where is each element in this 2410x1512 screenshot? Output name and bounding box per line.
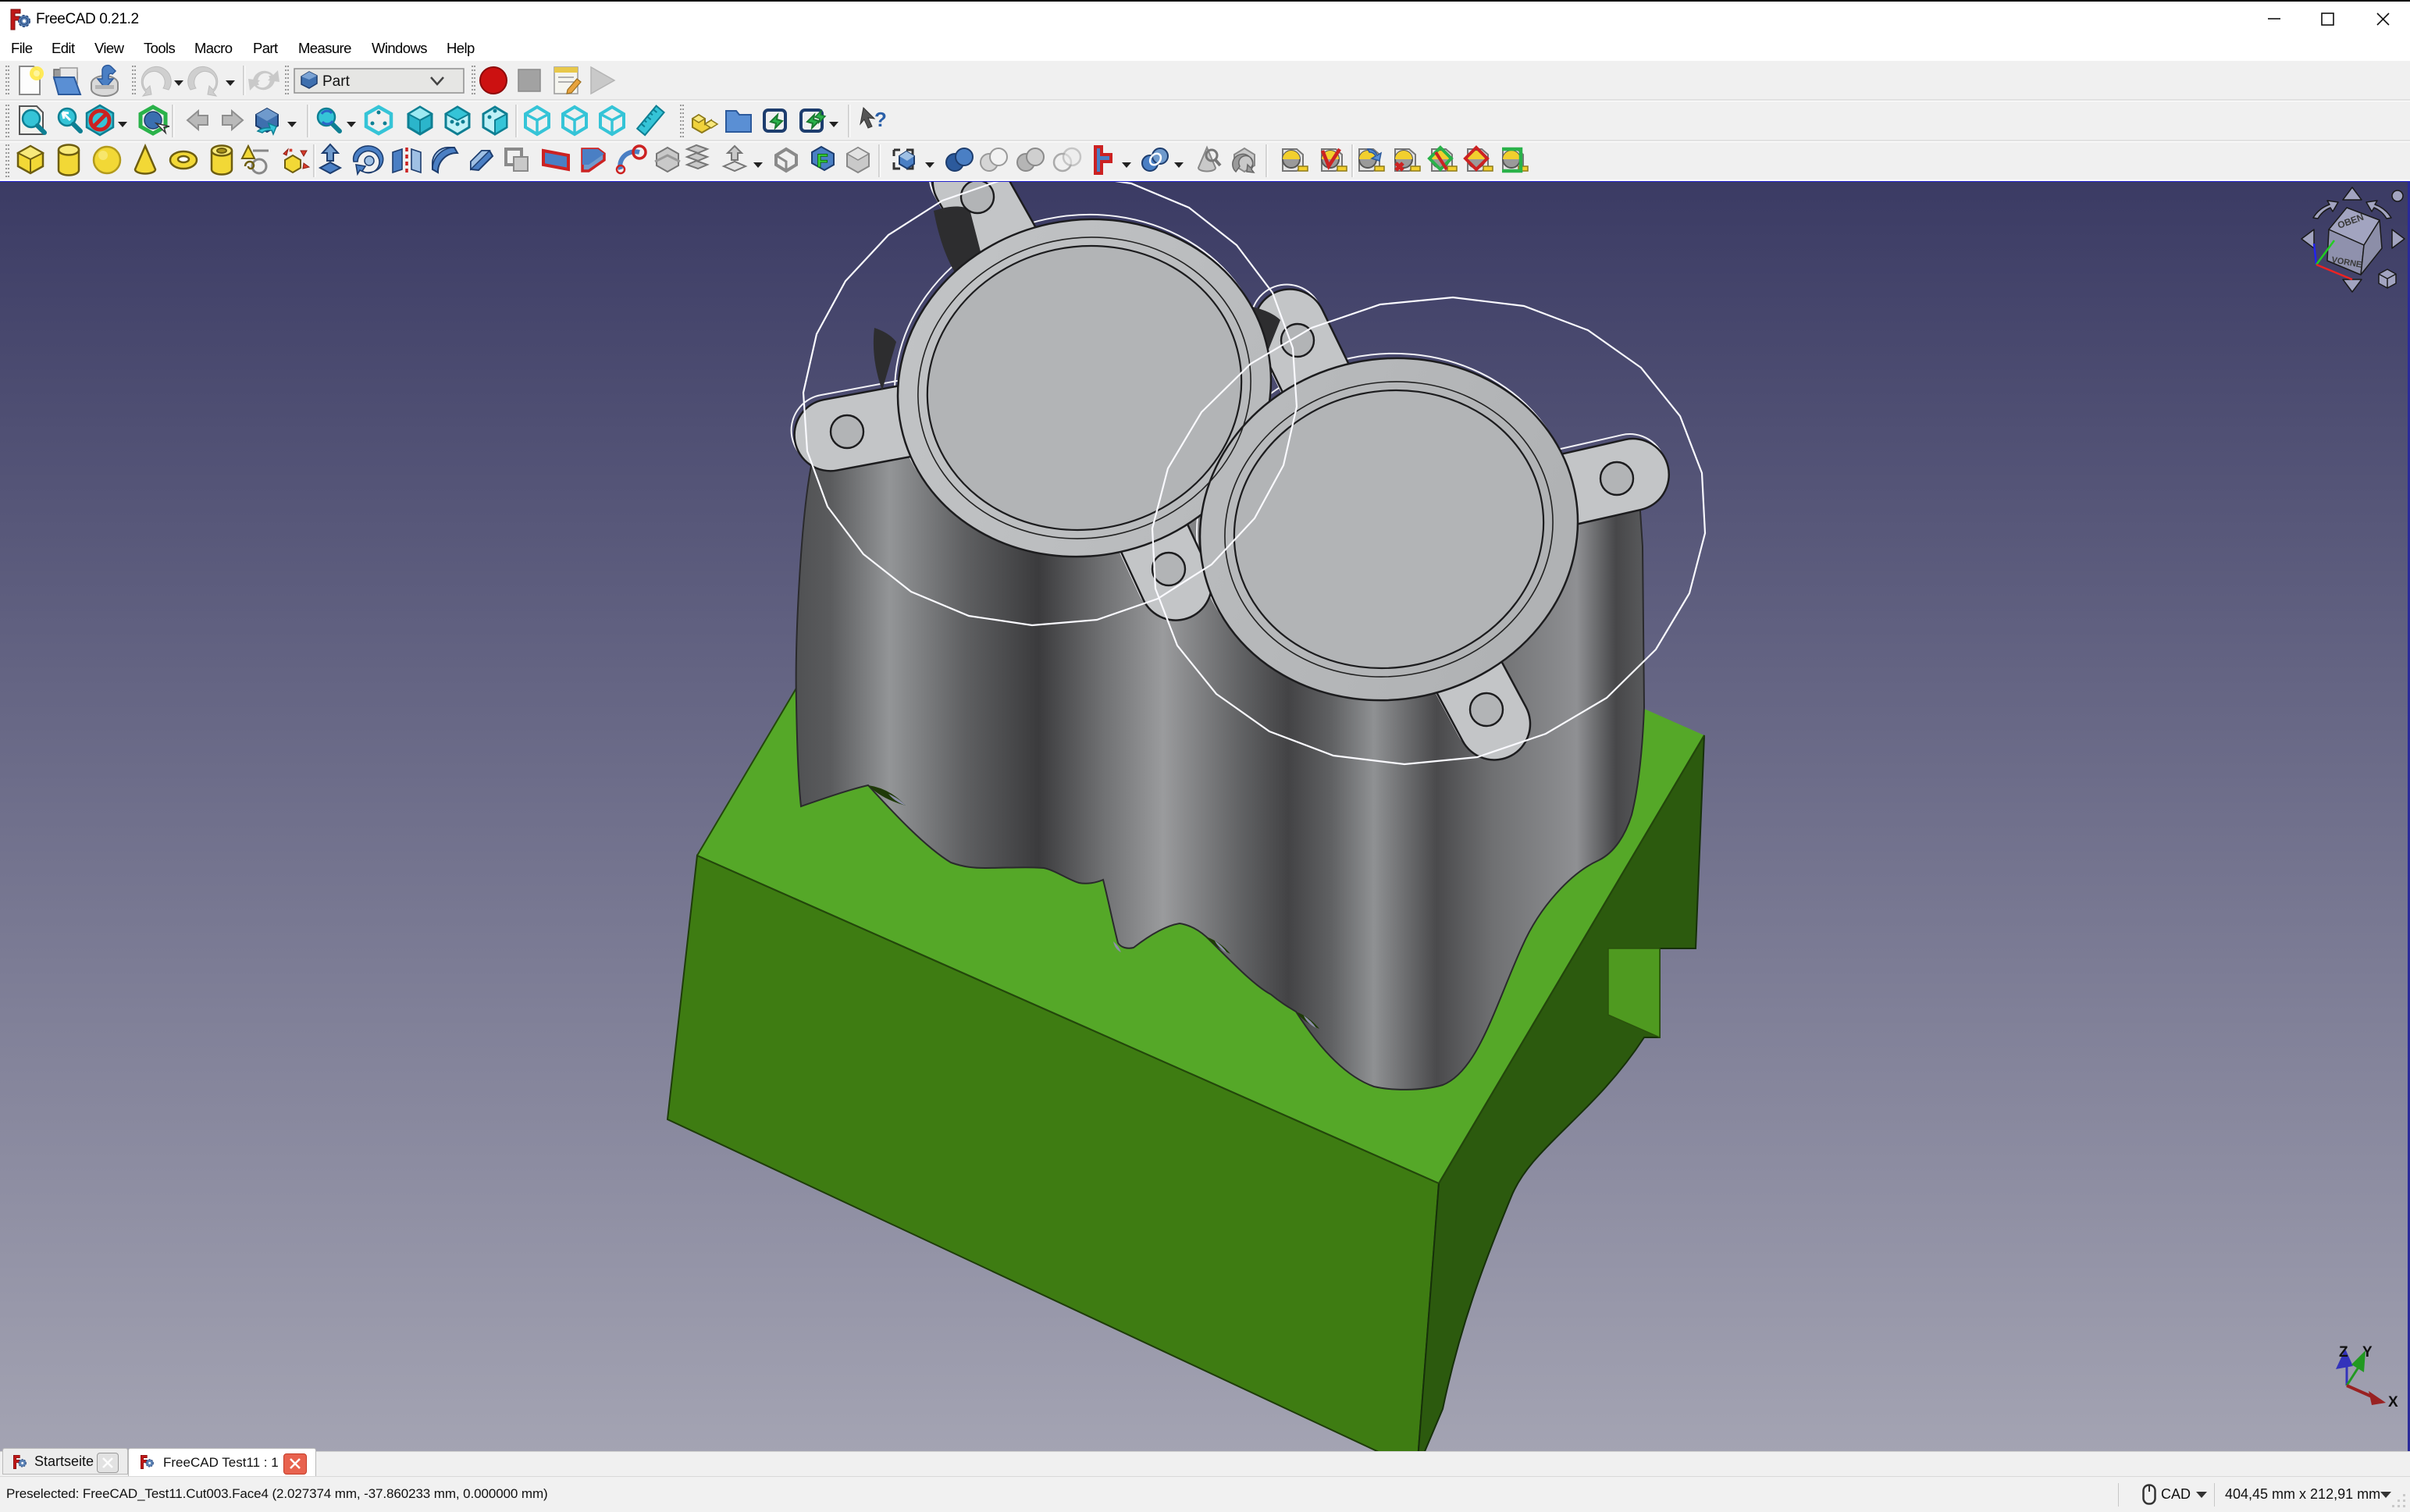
svg-text:?: ? xyxy=(874,108,887,131)
svg-text:Z: Z xyxy=(2339,1344,2348,1361)
svg-text:Y: Y xyxy=(2362,1344,2373,1361)
svg-text:Part: Part xyxy=(322,73,351,90)
svg-text:X: X xyxy=(2388,1394,2398,1411)
svg-text:F: F xyxy=(817,151,828,172)
